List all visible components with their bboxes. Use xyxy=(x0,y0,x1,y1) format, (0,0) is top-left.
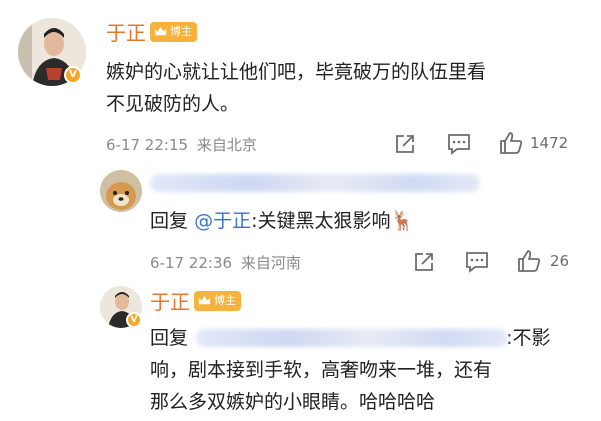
comment-location: 来自北京 xyxy=(196,136,257,154)
comment-date: 6-17 22:15 xyxy=(106,136,189,154)
comment-icon[interactable] xyxy=(465,251,489,273)
reply-line: 那么多双嫉妒的小眼睛。哈哈哈哈 xyxy=(150,391,436,413)
like-count: 1472 xyxy=(530,134,569,152)
comment-text: 嫉妒的心就让让他们吧，毕竟破万的队伍里看 不见破防的人。 xyxy=(106,56,576,120)
blogger-badge: 博主 xyxy=(150,22,197,42)
comment-line: 不见破防的人。 xyxy=(106,93,240,115)
reply-line: 响，剧本接到手软，高奢吻来一堆，还有 xyxy=(150,359,493,381)
blogger-badge: 博主 xyxy=(194,291,241,311)
username[interactable]: 于正 xyxy=(150,286,190,315)
share-icon[interactable] xyxy=(413,251,435,273)
verified-icon: V xyxy=(64,66,82,84)
like-icon[interactable] xyxy=(517,249,541,273)
reply-prefix: 回复 xyxy=(150,210,189,232)
username[interactable]: 于正 xyxy=(106,17,146,46)
reply-date: 6-17 22:36 xyxy=(150,254,233,272)
redacted-username xyxy=(150,174,480,192)
mention-link[interactable]: @于正 xyxy=(194,210,251,232)
reply-location: 来自河南 xyxy=(240,254,301,272)
comment-icon[interactable] xyxy=(447,133,471,155)
comment-line: 嫉妒的心就让让他们吧，毕竟破万的队伍里看 xyxy=(106,61,487,83)
reply-text: 回复 @于正:关键黑太狠影响🦌 xyxy=(150,205,414,237)
reply-prefix: 回复 xyxy=(150,327,189,349)
like-icon[interactable] xyxy=(499,131,523,155)
like-count: 26 xyxy=(550,252,570,270)
reply-meta: 6-17 22:36 来自河南 xyxy=(150,252,301,273)
verified-icon: V xyxy=(126,312,142,328)
reply-body: :不影 xyxy=(506,327,551,349)
crown-icon xyxy=(198,295,211,305)
crown-icon xyxy=(154,26,167,36)
comment-meta: 6-17 22:15 来自北京 xyxy=(106,134,257,155)
avatar-reply[interactable] xyxy=(100,170,142,212)
badge-label: 博主 xyxy=(170,25,192,38)
reply-body: :关键黑太狠影响🦌 xyxy=(251,210,415,232)
redacted-username xyxy=(196,329,508,347)
badge-label: 博主 xyxy=(214,294,236,307)
share-icon[interactable] xyxy=(394,133,416,155)
